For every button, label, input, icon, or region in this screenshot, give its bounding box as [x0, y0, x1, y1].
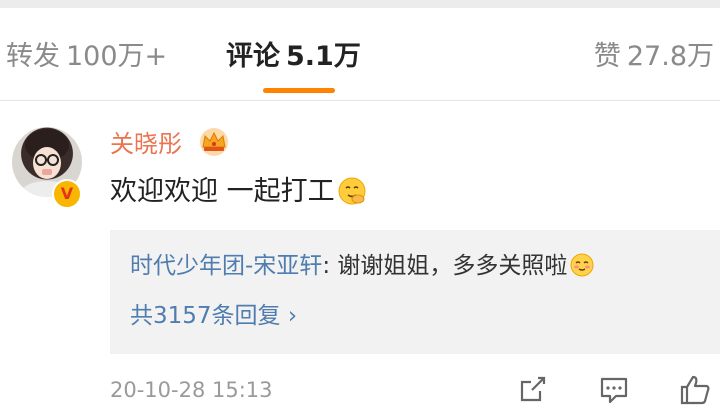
- hug-face-emoji-icon: [338, 177, 366, 205]
- tab-forward[interactable]: 转发 100万+: [6, 40, 167, 74]
- like-icon[interactable]: [678, 372, 712, 406]
- tab-like-label: 赞: [593, 41, 621, 72]
- crown-icon: [200, 128, 228, 156]
- comment-timestamp: 20-10-28 15:13: [110, 378, 273, 402]
- tab-comment-label: 评论: [226, 41, 280, 72]
- tab-forward-count: 100万+: [66, 41, 168, 72]
- active-tab-indicator: [263, 88, 335, 93]
- share-icon[interactable]: [516, 372, 550, 406]
- more-replies-link[interactable]: 共3157条回复 ›: [130, 300, 297, 332]
- verified-badge-icon: V: [52, 179, 82, 209]
- avatar[interactable]: V: [12, 127, 82, 209]
- reply-author[interactable]: 时代少年团-宋亚轩: [130, 253, 322, 279]
- comment-text: 欢迎欢迎 一起打工: [110, 174, 367, 210]
- tab-bar: 转发 100万+ 评论 5.1万 赞 27.8万: [0, 8, 720, 100]
- tab-comment-count: 5.1万: [286, 41, 361, 72]
- top-strip: [0, 0, 720, 8]
- tab-like[interactable]: 赞 27.8万: [594, 40, 714, 74]
- reply-line: 时代少年团-宋亚轩: 谢谢姐姐，多多关照啦: [130, 250, 595, 282]
- divider: [0, 100, 720, 101]
- comment-body: 欢迎欢迎 一起打工: [110, 176, 335, 207]
- shy-face-emoji-icon: [570, 253, 594, 277]
- reply-box[interactable]: 时代少年团-宋亚轩: 谢谢姐姐，多多关照啦 共3157条回复 ›: [110, 230, 720, 354]
- tab-comment[interactable]: 评论 5.1万: [226, 40, 361, 74]
- comment-username[interactable]: 关晓彤: [110, 128, 182, 160]
- tab-like-count: 27.8万: [626, 41, 714, 72]
- reply-separator: :: [322, 253, 338, 279]
- comment-icon[interactable]: [597, 372, 631, 406]
- reply-text: 谢谢姐姐，多多关照啦: [337, 253, 568, 279]
- tab-forward-label: 转发: [6, 41, 60, 72]
